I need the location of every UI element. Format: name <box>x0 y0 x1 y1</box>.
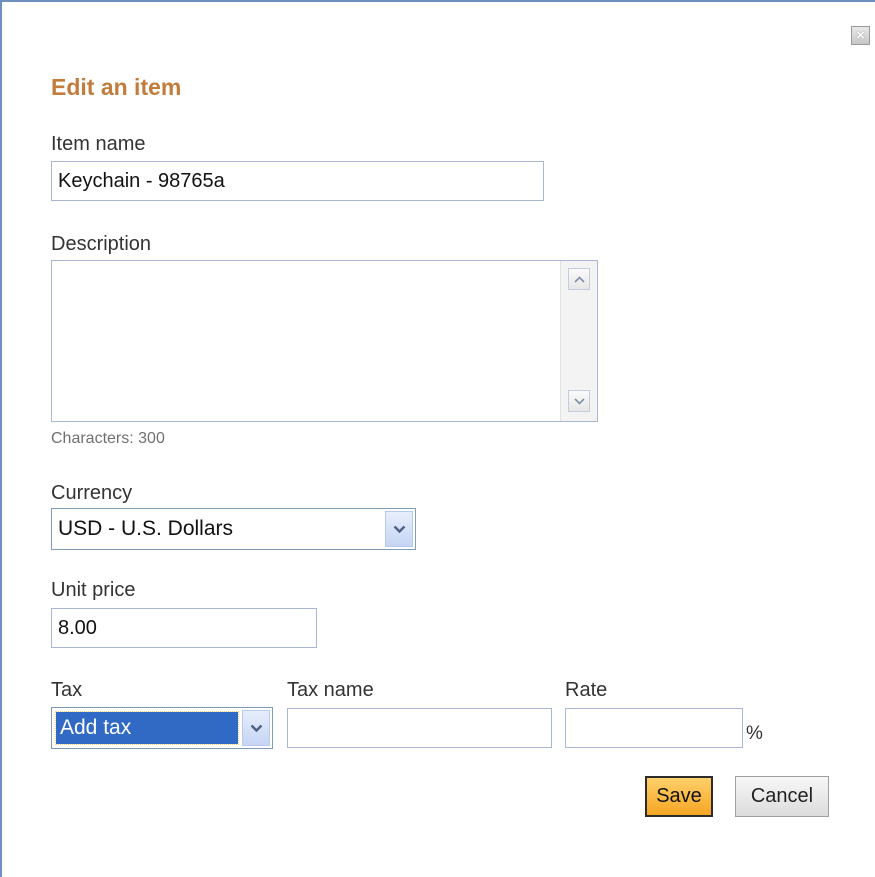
chevron-down-icon <box>573 397 585 405</box>
description-field[interactable] <box>51 260 598 425</box>
scroll-down-button[interactable] <box>568 390 590 412</box>
description-textarea[interactable] <box>52 261 566 425</box>
save-button[interactable]: Save <box>645 776 713 817</box>
tax-name-label: Tax name <box>287 679 374 701</box>
tax-rate-input[interactable] <box>565 708 743 748</box>
tax-dropdown-button[interactable] <box>242 710 270 746</box>
item-name-input[interactable] <box>51 161 544 201</box>
chevron-down-icon <box>250 724 262 732</box>
item-name-label: Item name <box>51 133 146 155</box>
cancel-button[interactable]: Cancel <box>735 776 829 817</box>
currency-selected-value: USD - U.S. Dollars <box>58 517 234 540</box>
rate-percent-suffix: % <box>746 723 763 744</box>
dialog-title: Edit an item <box>51 74 182 100</box>
unit-price-label: Unit price <box>51 579 136 601</box>
unit-price-input[interactable] <box>51 608 317 648</box>
tax-selected-value: Add tax <box>55 711 239 745</box>
scroll-up-button[interactable] <box>568 268 590 290</box>
tax-select[interactable]: Add tax <box>51 707 273 749</box>
edit-item-dialog: × Edit an item Item name Description Cha… <box>0 0 875 877</box>
currency-select[interactable]: USD - U.S. Dollars <box>51 508 416 550</box>
chevron-up-icon <box>573 275 585 283</box>
description-scrollbar[interactable] <box>560 261 597 421</box>
currency-dropdown-button[interactable] <box>385 511 413 547</box>
currency-label: Currency <box>51 482 133 504</box>
close-button[interactable]: × <box>851 26 870 45</box>
close-icon: × <box>856 27 865 44</box>
rate-label: Rate <box>565 679 608 701</box>
character-counter: Characters: 300 <box>51 430 165 447</box>
tax-name-input[interactable] <box>287 708 552 748</box>
description-label: Description <box>51 233 152 255</box>
tax-label: Tax <box>51 679 83 701</box>
chevron-down-icon <box>393 525 405 533</box>
